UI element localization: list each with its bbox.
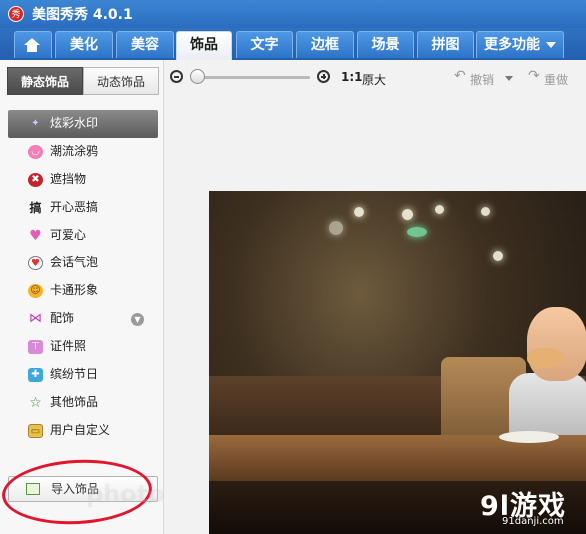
folder-icon: ▭ xyxy=(28,423,43,438)
tab-collage[interactable]: 拼图 xyxy=(417,31,474,58)
sidebar-item-festival[interactable]: ✚ 缤纷节日 xyxy=(8,361,158,389)
tab-more-features[interactable]: 更多功能 xyxy=(476,31,564,58)
bokeh-light xyxy=(407,227,427,237)
category-list: ✦ 炫彩水印 ◡ 潮流涂鸦 ✖ 遮挡物 搞 开心恶搞 ♥ 可爱心 ♥ 会话气泡 xyxy=(8,110,158,445)
heart-icon: ♥ xyxy=(29,227,42,244)
undo-icon[interactable]: ↶ xyxy=(454,69,468,83)
tab-scene[interactable]: 场景 xyxy=(357,31,414,58)
child-body xyxy=(509,373,586,435)
sidebar-item-label: 遮挡物 xyxy=(50,171,87,186)
faint-watermark: photo xyxy=(86,480,165,508)
sidebar-item-label: 证件照 xyxy=(50,339,87,354)
shirt-icon: ⊤ xyxy=(28,340,43,355)
sidebar-item-label: 其他饰品 xyxy=(50,394,99,409)
subtab-animated-accessories[interactable]: 动态饰品 xyxy=(83,67,159,95)
sidebar-item-label: 用户自定义 xyxy=(50,422,111,437)
window-title: 美图秀秀 4.0.1 xyxy=(32,7,133,23)
sidebar-subtabs: 静态饰品 动态饰品 xyxy=(7,67,159,97)
bread xyxy=(527,348,563,368)
photo-canvas[interactable] xyxy=(209,191,586,534)
funny-icon: 搞 xyxy=(29,200,42,215)
home-icon xyxy=(24,38,40,52)
sidebar-item-other[interactable]: ☆ 其他饰品 xyxy=(8,389,158,417)
sidebar-item-label: 缤纷节日 xyxy=(50,367,99,382)
bokeh-light xyxy=(493,251,503,261)
tab-home[interactable] xyxy=(14,31,52,58)
sidebar-item-custom[interactable]: ▭ 用户自定义 xyxy=(8,417,158,445)
zoom-in-icon[interactable] xyxy=(317,70,330,83)
lips-icon: ◡ xyxy=(28,144,43,159)
tab-frame[interactable]: 边框 xyxy=(296,31,354,58)
app-logo-icon: 秀 xyxy=(8,6,24,22)
zoom-slider-thumb[interactable] xyxy=(190,69,206,84)
tab-text[interactable]: 文字 xyxy=(236,31,293,58)
bokeh-light xyxy=(481,207,490,216)
toolbar: 1:1 原大 ↶ 撤销 ↷ 重做 xyxy=(164,60,586,96)
bokeh-light xyxy=(435,205,444,214)
redo-icon[interactable]: ↷ xyxy=(528,69,542,83)
child-head xyxy=(527,307,586,381)
main-area: 静态饰品 动态饰品 ✦ 炫彩水印 ◡ 潮流涂鸦 ✖ 遮挡物 搞 开心恶搞 ♥ 可 xyxy=(0,60,586,534)
sidebar-item-occluder[interactable]: ✖ 遮挡物 xyxy=(8,166,158,194)
sidebar-item-label: 潮流涂鸦 xyxy=(50,143,99,158)
zoom-slider-track[interactable] xyxy=(192,76,310,79)
sparkle-icon: ✦ xyxy=(31,118,40,129)
bokeh-light xyxy=(354,207,364,217)
actual-size-label[interactable]: 原大 xyxy=(362,71,386,88)
sidebar-item-label: 卡通形象 xyxy=(50,283,99,298)
bow-icon: ⋈ xyxy=(29,311,42,327)
sidebar-item-graffiti[interactable]: ◡ 潮流涂鸦 xyxy=(8,138,158,166)
tab-beautify[interactable]: 美化 xyxy=(55,31,113,58)
star-icon: ☆ xyxy=(29,394,42,411)
sidebar-item-accessories[interactable]: ⋈ 配饰 ▼ xyxy=(8,305,158,333)
block-icon: ✖ xyxy=(28,172,43,187)
sidebar-item-speech-bubble[interactable]: ♥ 会话气泡 xyxy=(8,249,158,277)
sidebar-item-cute-heart[interactable]: ♥ 可爱心 xyxy=(8,222,158,250)
tab-beauty[interactable]: 美容 xyxy=(116,31,174,58)
undo-button[interactable]: 撤销 xyxy=(470,71,494,88)
undo-dropdown-icon[interactable] xyxy=(505,76,513,81)
title-bar: 秀 美图秀秀 4.0.1 xyxy=(0,0,586,28)
sidebar-item-cartoon[interactable]: ☺ 卡通形象 xyxy=(8,277,158,305)
sidebar-item-label: 可爱心 xyxy=(50,227,87,242)
subtab-static-accessories[interactable]: 静态饰品 xyxy=(7,67,83,95)
sidebar-item-label: 会话气泡 xyxy=(50,255,99,270)
gift-icon: ✚ xyxy=(28,368,43,383)
sidebar-item-label: 配饰 xyxy=(50,311,75,326)
redo-button[interactable]: 重做 xyxy=(544,71,568,88)
chevron-down-icon xyxy=(546,42,556,48)
plate xyxy=(499,431,559,443)
cartoon-icon: ☺ xyxy=(28,284,43,299)
bokeh-light xyxy=(402,209,413,220)
sidebar-item-label: 开心恶搞 xyxy=(50,199,99,214)
main-tab-bar: 美化 美容 饰品 文字 边框 场景 拼图 更多功能 xyxy=(0,28,586,60)
tab-accessories[interactable]: 饰品 xyxy=(176,31,232,60)
sidebar-item-label: 炫彩水印 xyxy=(50,116,99,130)
bokeh-light xyxy=(329,221,343,235)
zoom-out-icon[interactable] xyxy=(170,70,183,83)
chevron-down-icon[interactable]: ▼ xyxy=(131,313,144,327)
site-watermark-url: 91danji.com xyxy=(502,516,564,527)
actual-size-button[interactable]: 1:1 xyxy=(341,70,363,84)
sidebar-item-colorful-watermark[interactable]: ✦ 炫彩水印 xyxy=(8,110,158,138)
speech-bubble-icon: ♥ xyxy=(28,256,43,271)
sidebar-item-funny[interactable]: 搞 开心恶搞 xyxy=(8,194,158,222)
sidebar-item-id-photo[interactable]: ⊤ 证件照 xyxy=(8,333,158,361)
tab-more-label: 更多功能 xyxy=(484,37,540,53)
